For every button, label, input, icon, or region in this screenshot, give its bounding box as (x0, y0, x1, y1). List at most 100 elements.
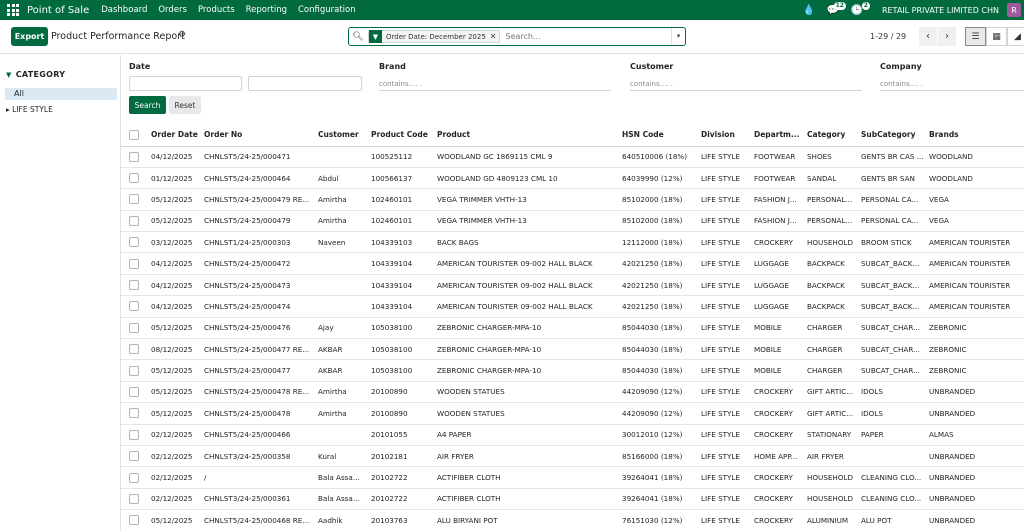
chevron-down-icon[interactable]: ▾ (671, 28, 685, 45)
column-header[interactable]: Departm... (751, 124, 804, 147)
menu-dashboard[interactable]: Dashboard (101, 5, 147, 15)
table-row[interactable]: 04/12/2025 CHNLST5/24-25/000472 104339104 A… (121, 252, 1024, 275)
row-checkbox[interactable] (121, 210, 148, 233)
table-cell: LIFE STYLE (698, 424, 751, 446)
row-checkbox[interactable] (121, 338, 148, 361)
export-button[interactable]: Export (11, 27, 48, 46)
filter-search-button[interactable]: Search (129, 96, 166, 114)
table-cell: 105038100 (368, 359, 434, 382)
column-header[interactable]: HSN Code (619, 124, 698, 147)
app-brand[interactable]: Point of Sale (27, 5, 89, 16)
drop-icon[interactable]: 💧 (800, 0, 818, 20)
pager-value[interactable]: 1-29 / 29 (870, 32, 906, 41)
row-checkbox[interactable] (121, 509, 148, 531)
menu-products[interactable]: Products (198, 5, 235, 15)
column-header[interactable]: Brands (926, 124, 1024, 147)
table-cell: 20103763 (368, 509, 434, 531)
column-header[interactable]: Division (698, 124, 751, 147)
activity-clock-icon[interactable]: 🕒 2 (848, 0, 870, 20)
row-checkbox[interactable] (121, 445, 148, 468)
table-cell: BACKPACK (804, 274, 858, 297)
pager-previous-button[interactable]: ‹ (919, 27, 937, 46)
table-cell: WOODLAND (926, 167, 1024, 190)
list-view-button[interactable]: ☰ (965, 27, 986, 46)
table-cell: ZEBRONIC (926, 359, 1024, 382)
table-row[interactable]: 05/12/2025 CHNLST5/24-25/000477 AKBAR 10503… (121, 359, 1024, 382)
row-checkbox[interactable] (121, 188, 148, 211)
menu-reporting[interactable]: Reporting (246, 5, 287, 15)
table-row[interactable]: 05/12/2025 CHNLST5/24-25/000478 Amirtha 201… (121, 402, 1024, 425)
customer-filter-input[interactable]: contains.... . (630, 77, 862, 91)
table-cell: 85166000 (18%) (619, 445, 698, 468)
company-filter-input[interactable]: contains.... . (880, 77, 1024, 91)
row-checkbox[interactable] (121, 295, 148, 318)
table-row[interactable]: 05/12/2025 CHNLST5/24-25/000479 Amirtha 102… (121, 210, 1024, 233)
row-checkbox[interactable] (121, 317, 148, 340)
search-icon[interactable]: 🔍︎ (351, 32, 365, 42)
row-checkbox[interactable] (121, 252, 148, 275)
table-cell: UNBRANDED (926, 381, 1024, 404)
table-cell: LIFE STYLE (698, 466, 751, 489)
menu-orders[interactable]: Orders (158, 5, 187, 15)
date-to-input[interactable] (248, 76, 362, 91)
select-all-checkbox[interactable] (121, 124, 148, 147)
messages-icon[interactable]: 💬 12 (824, 0, 846, 20)
table-cell: Amirtha (315, 210, 368, 233)
table-cell: 100566137 (368, 167, 434, 190)
table-row[interactable]: 04/12/2025 CHNLST5/24-25/000473 104339104 A… (121, 274, 1024, 297)
column-header[interactable]: SubCategory (858, 124, 926, 147)
table-row[interactable]: 05/12/2025 CHNLST5/24-25/000478 RE... Amir… (121, 381, 1024, 404)
table-row[interactable]: 03/12/2025 CHNLST1/24-25/000303 Naveen 1043… (121, 231, 1024, 254)
table-row[interactable]: 04/12/2025 CHNLST5/24-25/000474 104339104 A… (121, 295, 1024, 318)
table-row[interactable]: 02/12/2025 CHNLST3/24-25/000358 Kural 20102… (121, 445, 1024, 468)
row-checkbox[interactable] (121, 488, 148, 511)
date-from-input[interactable] (129, 76, 242, 91)
close-icon[interactable]: ✕ (490, 32, 500, 41)
row-checkbox[interactable] (121, 402, 148, 425)
table-row[interactable]: 01/12/2025 CHNLST5/24-25/000464 Abdul 10056… (121, 167, 1024, 190)
table-cell: 20100890 (368, 402, 434, 425)
row-checkbox[interactable] (121, 466, 148, 489)
apps-menu-icon[interactable] (5, 2, 21, 18)
table-cell: HOME APP... (751, 445, 804, 468)
category-all[interactable]: All (5, 88, 117, 100)
table-cell: 01/12/2025 (148, 167, 201, 190)
search-facet[interactable]: ▼ Order Date: December 2025 ✕ (368, 30, 501, 43)
table-cell: CHNLST5/24-25/000479 (201, 210, 315, 233)
table-row[interactable]: 02/12/2025/Bala Assa... 20102722 ACTIFIBER… (121, 466, 1024, 489)
search-input[interactable] (505, 32, 671, 41)
column-header[interactable]: Product (434, 124, 619, 147)
table-row[interactable]: 04/12/2025 CHNLST5/24-25/000471 100525112 W… (121, 146, 1024, 168)
table-row[interactable]: 05/12/2025 CHNLST5/24-25/000468 RE... Aadh… (121, 509, 1024, 531)
gear-icon[interactable]: ⚙ (178, 30, 186, 40)
row-checkbox[interactable] (121, 146, 148, 168)
table-row[interactable]: 02/12/2025 CHNLST5/24-25/000466 20101055 A4… (121, 424, 1024, 446)
graph-view-button[interactable]: ◢ (1007, 27, 1024, 46)
pivot-view-button[interactable]: ▦ (986, 27, 1007, 46)
column-header[interactable]: Product Code (368, 124, 434, 147)
filter-reset-button[interactable]: Reset (169, 96, 201, 114)
column-header[interactable]: Order Date (148, 124, 201, 147)
row-checkbox[interactable] (121, 231, 148, 254)
row-checkbox[interactable] (121, 381, 148, 404)
row-checkbox[interactable] (121, 167, 148, 190)
column-header[interactable]: Category (804, 124, 858, 147)
row-checkbox[interactable] (121, 359, 148, 382)
table-row[interactable]: 02/12/2025 CHNLST3/24-25/000361 Bala Assa.… (121, 488, 1024, 511)
table-row[interactable]: 05/12/2025 CHNLST5/24-25/000479 RE... Amir… (121, 188, 1024, 211)
table-row[interactable]: 08/12/2025 CHNLST5/24-25/000477 RE... AKBA… (121, 338, 1024, 361)
category-item-life-style[interactable]: ▸ LIFE STYLE (6, 105, 53, 114)
column-header[interactable]: Customer (315, 124, 368, 147)
company-switcher[interactable]: RETAIL PRIVATE LIMITED CHN (882, 6, 999, 15)
table-row[interactable]: 05/12/2025 CHNLST5/24-25/000476 Ajay 105038… (121, 317, 1024, 340)
brand-filter-input[interactable]: contains.... . (379, 77, 611, 91)
filter-funnel-icon: ▼ (369, 30, 382, 43)
pager-next-button[interactable]: › (938, 27, 956, 46)
row-checkbox[interactable] (121, 274, 148, 297)
table-cell: LIFE STYLE (698, 167, 751, 190)
row-checkbox[interactable] (121, 424, 148, 446)
menu-configuration[interactable]: Configuration (298, 5, 356, 15)
column-header[interactable]: Order No (201, 124, 315, 147)
report-table: Order Date Order No Customer Product Cod… (121, 124, 1024, 531)
user-avatar[interactable]: R (1007, 3, 1021, 17)
